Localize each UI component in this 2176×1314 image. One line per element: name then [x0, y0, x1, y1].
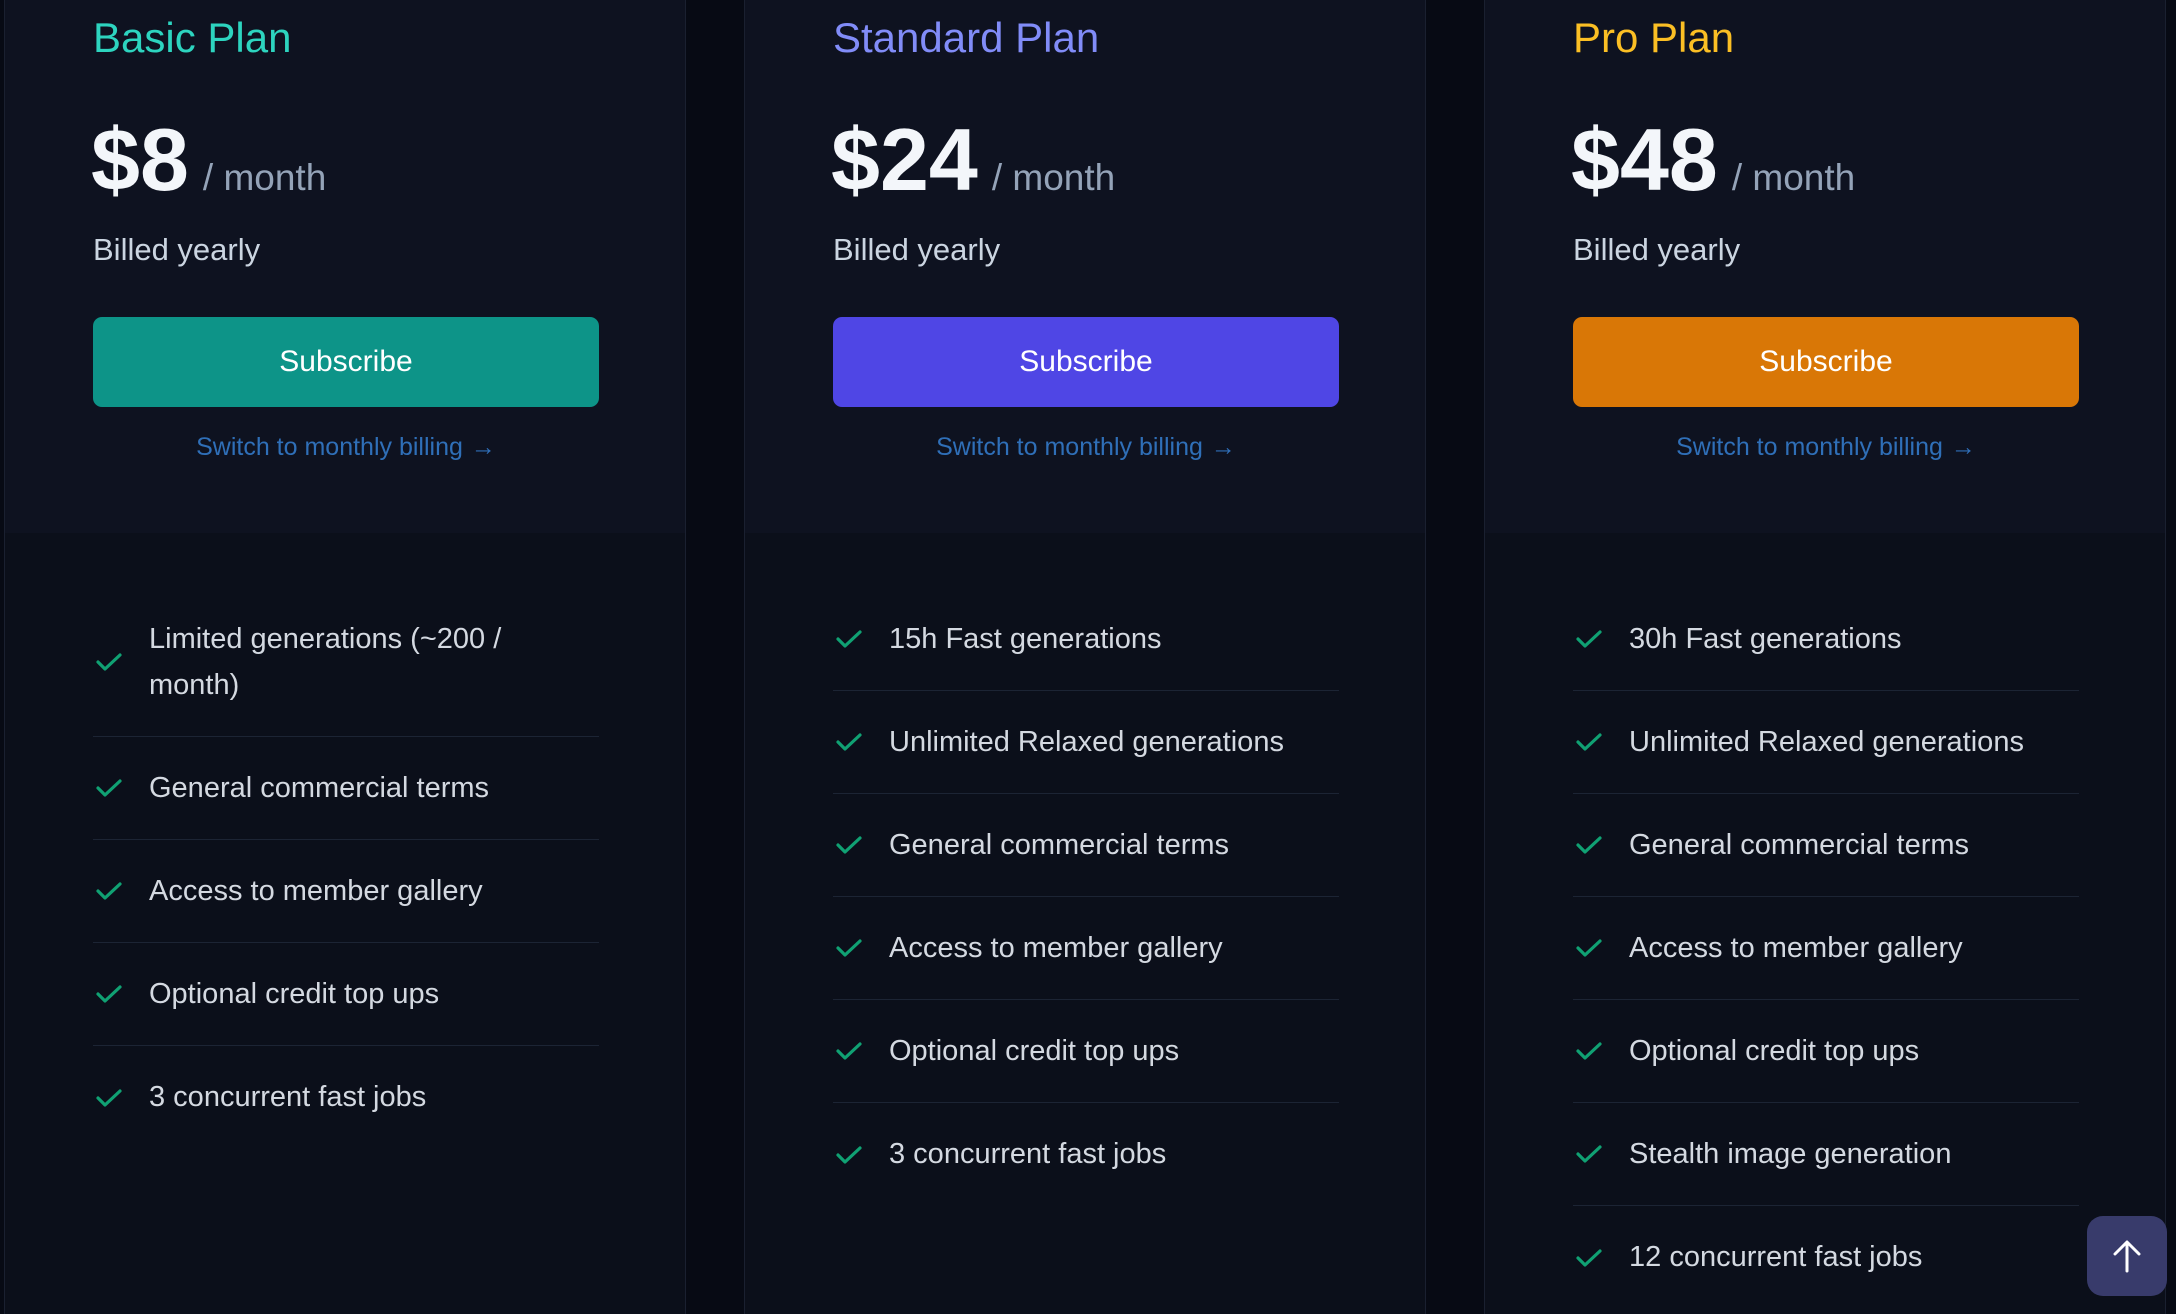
plan-price: $48: [1571, 110, 1718, 209]
feature-text: 3 concurrent fast jobs: [149, 1081, 427, 1113]
subscribe-button[interactable]: Subscribe: [93, 317, 599, 407]
plan-price: $24: [831, 110, 978, 209]
feature-item: General commercial terms: [1573, 794, 2079, 897]
plan-name: Standard Plan: [833, 14, 1100, 61]
price-period: / month: [991, 157, 1116, 198]
feature-text: 12 concurrent fast jobs: [1629, 1241, 1923, 1273]
feature-item: 3 concurrent fast jobs: [93, 1046, 599, 1149]
billing-note: Billed yearly: [1573, 232, 1741, 267]
feature-item: General commercial terms: [833, 794, 1339, 897]
feature-text: Unlimited Relaxed generations: [1629, 726, 2024, 758]
switch-to-monthly-link[interactable]: Switch to monthly billing →: [1573, 430, 2079, 464]
check-icon: [95, 1087, 123, 1109]
switch-link-label: Switch to monthly billing: [1676, 433, 1943, 461]
check-icon: [1575, 731, 1603, 753]
feature-item: General commercial terms: [93, 737, 599, 840]
check-icon: [1575, 1040, 1603, 1062]
feature-item: Optional credit top ups: [93, 943, 599, 1046]
check-icon: [835, 937, 863, 959]
feature-item: Limited generations (~200 / month): [93, 588, 599, 737]
feature-item: Optional credit top ups: [1573, 1000, 2079, 1103]
check-icon: [95, 983, 123, 1005]
feature-item: Stealth image generation: [1573, 1103, 2079, 1206]
check-icon: [835, 834, 863, 856]
check-icon: [835, 731, 863, 753]
arrow-right-icon: →: [1210, 433, 1236, 461]
feature-list: 15h Fast generations Unlimited Relaxed ge…: [833, 588, 1339, 1206]
check-icon: [835, 628, 863, 650]
feature-text: Optional credit top ups: [149, 978, 440, 1010]
feature-text: 3 concurrent fast jobs: [889, 1138, 1167, 1170]
subscribe-button[interactable]: Subscribe: [1573, 317, 2079, 407]
check-icon: [835, 1144, 863, 1166]
switch-to-monthly-link[interactable]: Switch to monthly billing →: [833, 430, 1339, 464]
check-icon: [1575, 834, 1603, 856]
price-row: $48 / month: [1571, 110, 1855, 210]
feature-item: Access to member gallery: [93, 840, 599, 943]
price-row: $8 / month: [91, 110, 326, 210]
feature-list: 30h Fast generations Unlimited Relaxed ge…: [1573, 588, 2079, 1309]
check-icon: [95, 651, 123, 673]
arrow-right-icon: →: [470, 433, 496, 461]
price-period: / month: [202, 157, 327, 198]
scroll-to-top-button[interactable]: [2087, 1216, 2167, 1296]
feature-text: Access to member gallery: [1629, 932, 1963, 964]
check-icon: [1575, 937, 1603, 959]
plan-name: Pro Plan: [1573, 14, 1735, 61]
plan-card-basic: Basic Plan $8 / month Billed yearly Subsc…: [4, 0, 686, 1314]
feature-item: Access to member gallery: [1573, 897, 2079, 1000]
pricing-page: Basic Plan $8 / month Billed yearly Subsc…: [0, 0, 2176, 1314]
check-icon: [1575, 1247, 1603, 1269]
check-icon: [1575, 1143, 1603, 1165]
plan-card-standard: Standard Plan $24 / month Billed yearly S…: [744, 0, 1426, 1314]
feature-text: General commercial terms: [1629, 829, 1970, 861]
check-icon: [95, 777, 123, 799]
feature-text: Optional credit top ups: [1629, 1035, 1920, 1067]
feature-text: Access to member gallery: [149, 875, 483, 907]
subscribe-button[interactable]: Subscribe: [833, 317, 1339, 407]
switch-link-label: Switch to monthly billing: [196, 433, 463, 461]
feature-item: Unlimited Relaxed generations: [1573, 691, 2079, 794]
plan-name: Basic Plan: [93, 14, 292, 61]
plan-card-pro: Pro Plan $48 / month Billed yearly Subscr…: [1484, 0, 2166, 1314]
price-row: $24 / month: [831, 110, 1115, 210]
feature-item: 30h Fast generations: [1573, 588, 2079, 691]
feature-text: 15h Fast generations: [889, 623, 1162, 655]
feature-list: Limited generations (~200 / month) Genera…: [93, 588, 599, 1149]
check-icon: [835, 1040, 863, 1062]
billing-note: Billed yearly: [93, 232, 261, 267]
check-icon: [1575, 628, 1603, 650]
feature-item: 12 concurrent fast jobs: [1573, 1206, 2079, 1309]
billing-note: Billed yearly: [833, 232, 1001, 267]
switch-link-label: Switch to monthly billing: [936, 433, 1203, 461]
feature-item: Optional credit top ups: [833, 1000, 1339, 1103]
feature-text: 30h Fast generations: [1629, 623, 1902, 655]
feature-item: Unlimited Relaxed generations: [833, 691, 1339, 794]
arrow-right-icon: →: [1950, 433, 1976, 461]
check-icon: [95, 880, 123, 902]
feature-text: Limited generations (~200 / month): [149, 623, 502, 701]
feature-item: 15h Fast generations: [833, 588, 1339, 691]
arrow-up-icon: [2087, 1239, 2167, 1273]
feature-text: General commercial terms: [149, 772, 490, 804]
feature-text: Access to member gallery: [889, 932, 1223, 964]
feature-text: General commercial terms: [889, 829, 1230, 861]
feature-text: Stealth image generation: [1629, 1138, 1952, 1170]
feature-item: 3 concurrent fast jobs: [833, 1103, 1339, 1206]
feature-text: Optional credit top ups: [889, 1035, 1180, 1067]
feature-text: Unlimited Relaxed generations: [889, 726, 1284, 758]
feature-item: Access to member gallery: [833, 897, 1339, 1000]
switch-to-monthly-link[interactable]: Switch to monthly billing →: [93, 430, 599, 464]
price-period: / month: [1731, 157, 1856, 198]
plan-price: $8: [91, 110, 189, 209]
